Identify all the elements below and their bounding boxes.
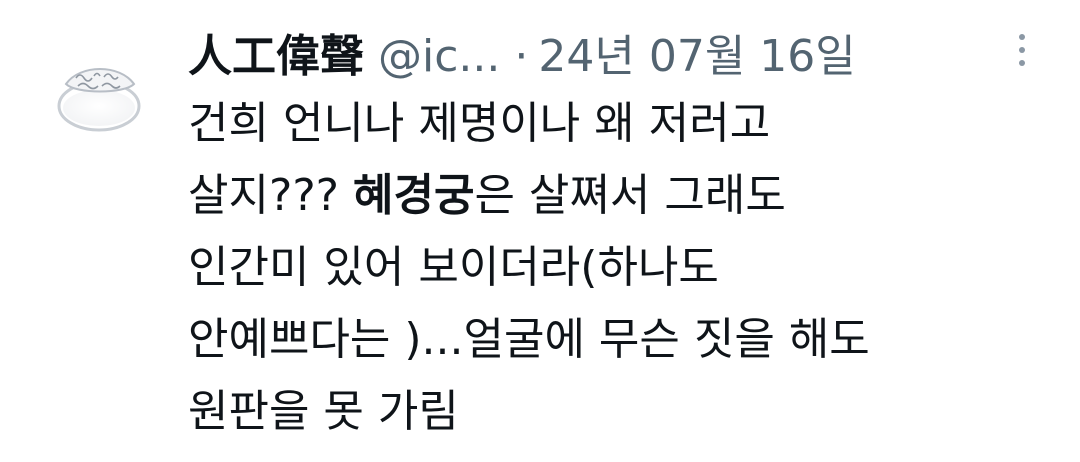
timestamp[interactable]: 24년 07월 16일 <box>538 20 855 84</box>
more-options-button[interactable] <box>1004 30 1040 70</box>
more-vertical-icon <box>1019 34 1025 40</box>
tweet-text-line: 안예쁘다는 )...얼굴에 무슨 짓을 해도 <box>188 314 870 365</box>
tweet-header: 人工偉聲 @ic... · 24년 07월 16일 <box>188 20 856 82</box>
avatar[interactable] <box>46 46 152 144</box>
display-name[interactable]: 人工偉聲 <box>188 20 364 84</box>
more-vertical-icon <box>1019 60 1025 66</box>
tweet-text-line: 건희 언니나 제명이나 왜 저러고 <box>188 98 771 149</box>
tweet-text-segment: 은 살쪄서 그래도 <box>474 170 786 221</box>
tweet-text-line: 인간미 있어 보이더라(하나도 <box>188 242 719 293</box>
tweet-text-line: 원판을 못 가림 <box>188 386 459 437</box>
tweet-text: 건희 언니나 제명이나 왜 저러고 살지??? 혜경궁은 살쪄서 그래도 인간미… <box>188 88 1058 448</box>
tweet-text-segment: 살지??? <box>188 170 354 221</box>
highlighted-term: 혜경궁 <box>353 170 475 221</box>
user-handle[interactable]: @ic... <box>378 31 500 82</box>
tweet-text-line: 살지??? 혜경궁은 살쪄서 그래도 <box>188 160 1058 232</box>
more-vertical-icon <box>1019 47 1025 53</box>
separator-dot: · <box>514 31 529 82</box>
ring-avatar-icon <box>46 46 152 144</box>
